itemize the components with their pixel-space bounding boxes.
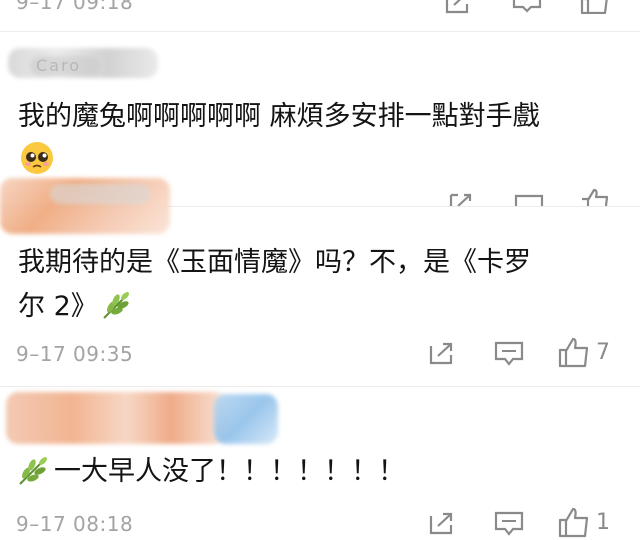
comment-button[interactable] [512, 0, 542, 14]
share-icon [429, 512, 453, 535]
comment-button[interactable] [494, 511, 524, 537]
comment-icon [494, 341, 524, 366]
pleading-face-emoji [19, 140, 55, 176]
like-button[interactable] [580, 0, 610, 14]
comment-button[interactable] [494, 341, 524, 367]
comment-text: 一大早人没了！！！！！！！ [54, 456, 405, 487]
thumbs-up-icon [558, 507, 589, 538]
like-count: 7 [596, 339, 610, 365]
like-button[interactable]: 7 [558, 336, 610, 368]
thumbs-up-icon [580, 0, 608, 14]
comment-button[interactable] [514, 194, 544, 206]
share-button[interactable] [448, 192, 476, 206]
leaf-emoji [14, 454, 52, 488]
leaf-emoji [100, 288, 134, 322]
like-count: 1 [596, 509, 610, 535]
comment-text: 我的魔兔啊啊啊啊啊 麻煩多安排一點對手戲 [18, 101, 540, 132]
comment-icon [514, 194, 544, 206]
comment-icon [494, 511, 524, 536]
share-icon [445, 0, 469, 14]
username[interactable]: Caro [36, 56, 81, 75]
like-button[interactable]: 1 [558, 506, 610, 538]
comment-text-line-1: 我期待的是《玉面情魔》吗？不，是《卡罗 [18, 247, 531, 278]
thumbs-up-icon [558, 337, 589, 368]
like-button[interactable] [580, 188, 610, 206]
comment-timestamp: 9–17 09:35 [16, 342, 134, 366]
comment-text-line-2: 尔 2》 [18, 291, 98, 322]
thumbs-up-icon [582, 188, 609, 206]
share-icon [449, 193, 472, 206]
comment-icon [512, 0, 542, 13]
share-button[interactable] [428, 510, 456, 536]
share-button[interactable] [428, 340, 456, 366]
divider [0, 31, 640, 32]
comment-timestamp: 9–17 08:18 [16, 512, 134, 536]
share-icon [429, 342, 453, 365]
share-button[interactable] [444, 0, 472, 14]
divider [0, 386, 640, 387]
comment-timestamp: 9–17 09:18 [16, 0, 134, 14]
